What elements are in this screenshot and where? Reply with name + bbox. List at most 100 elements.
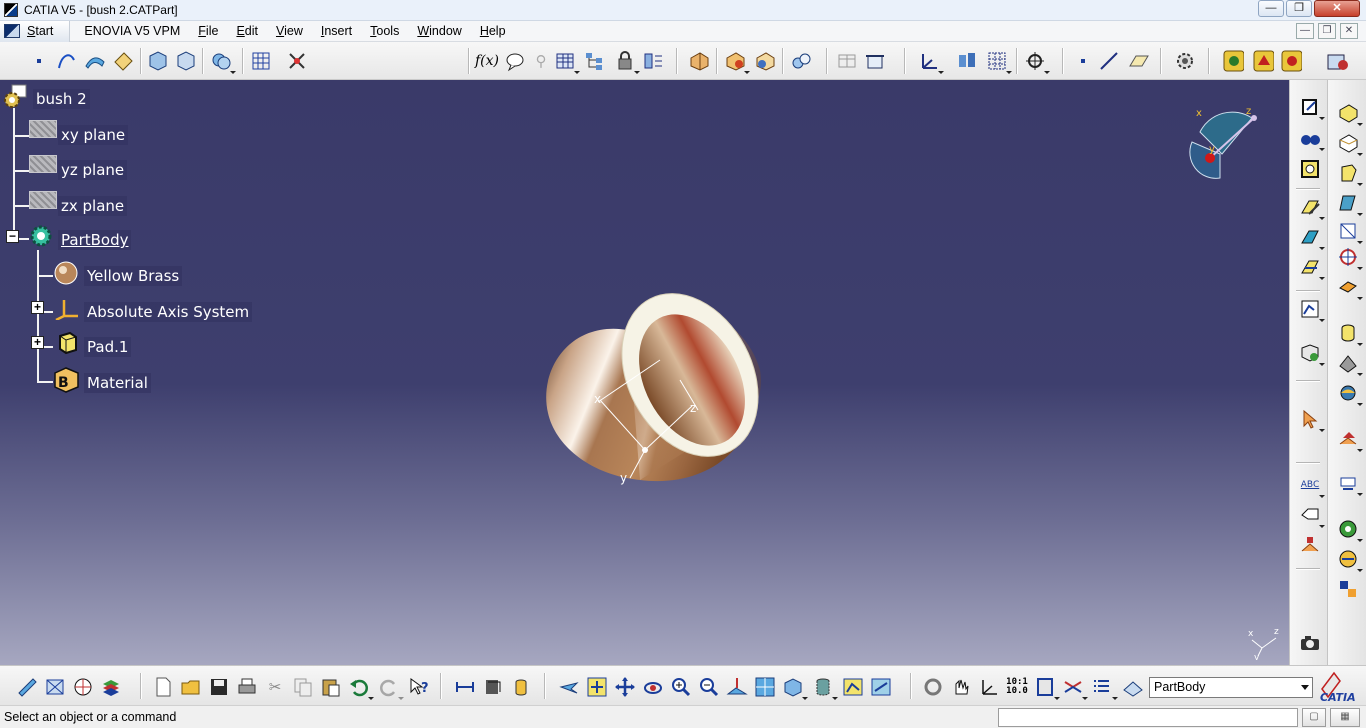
catalog-icon[interactable]	[956, 50, 978, 72]
command-input[interactable]	[998, 708, 1298, 727]
transform-icon[interactable]	[1299, 342, 1325, 366]
stop-command-icon[interactable]: ▢	[1302, 708, 1326, 727]
multi-view-icon[interactable]	[754, 676, 776, 698]
close-button[interactable]: ✕	[1314, 0, 1360, 17]
shading-icon[interactable]	[812, 676, 838, 700]
point-small-icon[interactable]	[1072, 50, 1094, 72]
binoculars-icon[interactable]	[1299, 127, 1325, 151]
3d-viewport[interactable]: bush 2 xy plane yz plane zx plane − Part…	[0, 80, 1289, 665]
catalog-view-icon[interactable]	[1122, 676, 1144, 698]
save-icon[interactable]	[208, 676, 230, 698]
tree-item-zx-plane[interactable]: zx plane	[58, 196, 128, 216]
abc-text-icon[interactable]: ABC	[1299, 474, 1325, 498]
menu-enovia[interactable]: ENOVIA V5 VPM	[70, 24, 189, 38]
catalog-browser-icon[interactable]	[1326, 50, 1348, 72]
chamfer-icon[interactable]	[1337, 162, 1363, 186]
surface-icon[interactable]	[84, 50, 106, 72]
measure-between-icon[interactable]	[454, 676, 476, 698]
paste-icon[interactable]	[320, 676, 342, 698]
snap-icon[interactable]	[286, 50, 308, 72]
menu-insert[interactable]: Insert	[312, 24, 361, 38]
tree-item-xy-plane[interactable]: xy plane	[58, 125, 129, 145]
partbody-gear-icon[interactable]	[28, 223, 54, 249]
refresh-icon[interactable]	[922, 676, 944, 698]
layers-icon[interactable]	[100, 676, 122, 698]
camera-icon[interactable]	[1299, 632, 1321, 654]
constraint-icon[interactable]	[174, 50, 196, 72]
doc-restore-button[interactable]: ❐	[1318, 23, 1336, 39]
open-folder-icon[interactable]	[180, 676, 202, 698]
tree-root-label[interactable]: bush 2	[33, 89, 90, 109]
xy-plane-icon[interactable]	[29, 120, 57, 138]
comment-icon[interactable]	[504, 50, 526, 72]
axis-system-expand-icon[interactable]: +	[31, 301, 44, 314]
grid-icon[interactable]	[250, 50, 272, 72]
select-cursor-icon[interactable]	[1299, 408, 1325, 432]
draft-icon[interactable]	[1337, 192, 1363, 216]
workbench-2-icon[interactable]	[1252, 50, 1274, 72]
mass-properties-icon[interactable]	[510, 676, 532, 698]
workbench-icon[interactable]	[1222, 50, 1244, 72]
tree-item-partbody[interactable]: PartBody	[58, 230, 132, 250]
hole-icon[interactable]	[1337, 428, 1363, 452]
analysis-icon[interactable]	[1299, 298, 1325, 322]
pocket-icon[interactable]	[1299, 226, 1325, 250]
gear-icon[interactable]	[1174, 50, 1196, 72]
line-icon[interactable]	[1098, 50, 1120, 72]
menu-edit[interactable]: Edit	[227, 24, 267, 38]
sketch-tools-icon[interactable]	[16, 676, 38, 698]
cut-icon[interactable]: ✂	[264, 676, 286, 698]
menu-tools[interactable]: Tools	[361, 24, 408, 38]
yellow-brass-icon[interactable]	[53, 260, 79, 286]
menu-window[interactable]: Window	[408, 24, 470, 38]
tree-item-yellow-brass[interactable]: Yellow Brass	[84, 266, 183, 286]
apply-material-icon[interactable]	[790, 50, 812, 72]
tree-item-absolute-axis-system[interactable]: Absolute Axis System	[84, 302, 253, 322]
3d-compass-icon[interactable]: x z y	[1180, 102, 1270, 192]
rotate-icon[interactable]	[642, 676, 664, 698]
normal-view-icon[interactable]	[726, 676, 748, 698]
body-selector-dropdown[interactable]: PartBody	[1149, 677, 1313, 698]
part-design-icon[interactable]	[146, 50, 168, 72]
render-icon[interactable]	[724, 50, 750, 74]
copy-icon[interactable]	[292, 676, 314, 698]
maximize-button[interactable]: ❐	[1286, 0, 1312, 17]
bush-3d-model[interactable]: x z y	[520, 250, 780, 500]
list-icon[interactable]	[1092, 676, 1118, 700]
shaft-icon[interactable]	[1337, 102, 1363, 126]
iso-view-icon[interactable]	[782, 676, 808, 700]
menu-help[interactable]: Help	[471, 24, 515, 38]
light-icon[interactable]: ⚲	[530, 50, 552, 72]
dimension-icon[interactable]	[1299, 534, 1321, 556]
fillet-icon[interactable]	[1337, 132, 1363, 156]
pad-icon[interactable]	[54, 330, 80, 356]
boolean-icon[interactable]	[210, 50, 236, 74]
pad-tool-icon[interactable]	[1299, 256, 1325, 280]
boolean-op-icon[interactable]	[1337, 352, 1363, 376]
fit-all-icon[interactable]	[586, 676, 608, 698]
tree-icon[interactable]	[584, 50, 606, 72]
tree-item-pad1[interactable]: Pad.1	[84, 337, 132, 357]
align-icon[interactable]	[864, 50, 886, 72]
edit-sketch-icon[interactable]	[1299, 196, 1325, 220]
measure-icon[interactable]	[688, 50, 710, 72]
fly-mode-icon[interactable]	[558, 676, 580, 698]
formula-icon[interactable]: f(x)	[475, 50, 499, 72]
swap-icon[interactable]	[836, 50, 858, 72]
axis-tool-icon[interactable]	[978, 676, 1000, 698]
manipulation-icon[interactable]	[950, 676, 972, 698]
cylinder-icon[interactable]	[1337, 322, 1363, 346]
knowledge-icon[interactable]	[1337, 518, 1363, 542]
swap-visible-icon[interactable]	[870, 676, 892, 698]
measure-item-icon[interactable]	[482, 676, 504, 698]
sketcher-icon[interactable]	[1299, 96, 1325, 120]
instance-icon[interactable]	[1337, 578, 1359, 600]
print-icon[interactable]	[236, 676, 258, 698]
workbench-3-icon[interactable]	[1280, 50, 1302, 72]
units-icon[interactable]: 10:1 10.0	[1006, 676, 1028, 698]
thickness-icon[interactable]	[1337, 276, 1363, 300]
redo-icon[interactable]	[378, 676, 404, 700]
plane-icon[interactable]	[1128, 50, 1150, 72]
zoom-in-icon[interactable]	[670, 676, 692, 698]
pattern-icon[interactable]	[1337, 246, 1363, 270]
